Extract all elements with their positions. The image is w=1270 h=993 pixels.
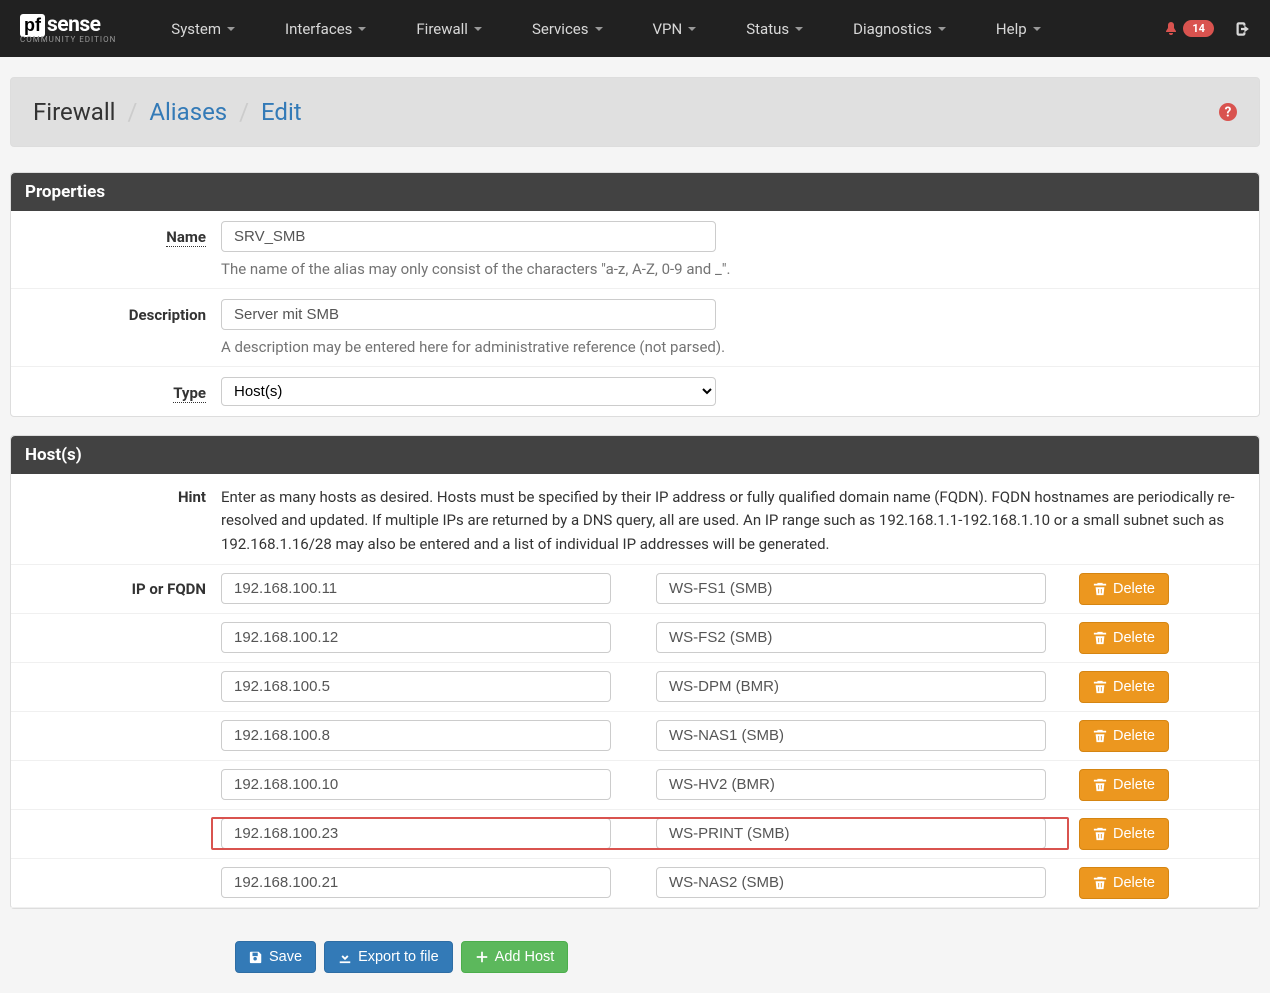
host-row: Delete [11,614,1259,663]
download-icon [338,950,352,964]
host-desc-input[interactable] [656,671,1046,702]
logout-icon[interactable] [1232,20,1250,38]
host-desc-input[interactable] [656,622,1046,653]
host-row: Delete [11,663,1259,712]
delete-button[interactable]: Delete [1079,671,1169,703]
host-desc-input[interactable] [656,867,1046,898]
breadcrumb: Firewall / Aliases / Edit [33,98,302,126]
breadcrumb-root: Firewall [33,98,116,126]
export-button[interactable]: Export to file [324,941,453,973]
nav-item-vpn[interactable]: VPN [628,20,722,38]
host-desc-input[interactable] [656,573,1046,604]
chevron-down-icon [227,27,235,31]
chevron-down-icon [688,27,696,31]
breadcrumb-edit[interactable]: Edit [261,98,302,126]
host-ip-input[interactable] [221,818,611,849]
nav-item-services[interactable]: Services [507,20,628,38]
host-ip-input[interactable] [221,622,611,653]
help-icon[interactable]: ? [1219,103,1237,121]
logo-subtitle: COMMUNITY EDITION [20,35,116,44]
nav-item-help[interactable]: Help [971,20,1066,38]
delete-button[interactable]: Delete [1079,818,1169,850]
host-desc-input[interactable] [656,818,1046,849]
notifications[interactable]: 14 [1163,20,1214,37]
hosts-heading: Host(s) [11,436,1259,474]
host-row: Delete [11,712,1259,761]
type-label: Type [173,384,206,403]
trash-icon [1093,582,1107,596]
trash-icon [1093,876,1107,890]
properties-heading: Properties [11,173,1259,211]
host-ip-input[interactable] [221,573,611,604]
nav-item-diagnostics[interactable]: Diagnostics [828,20,971,38]
host-row: IP or FQDN Delete [11,565,1259,614]
host-row: Delete [11,810,1259,859]
navbar: pf sense COMMUNITY EDITION SystemInterfa… [0,0,1270,57]
properties-panel: Properties Name The name of the alias ma… [10,172,1260,417]
bell-icon [1163,21,1179,37]
trash-icon [1093,827,1107,841]
chevron-down-icon [358,27,366,31]
delete-button[interactable]: Delete [1079,720,1169,752]
delete-button[interactable]: Delete [1079,867,1169,899]
chevron-down-icon [938,27,946,31]
button-row: Save Export to file Add Host [10,927,1260,973]
host-ip-input[interactable] [221,671,611,702]
type-select[interactable]: Host(s) [221,377,716,406]
hosts-panel: Host(s) Hint Enter as many hosts as desi… [10,435,1260,909]
chevron-down-icon [595,27,603,31]
host-ip-input[interactable] [221,720,611,751]
host-ip-input[interactable] [221,769,611,800]
chevron-down-icon [1033,27,1041,31]
breadcrumb-panel: Firewall / Aliases / Edit ? [10,77,1260,147]
logo-pf: pf [20,14,45,37]
name-label: Name [166,228,206,247]
trash-icon [1093,778,1107,792]
name-help: The name of the alias may only consist o… [221,260,1239,278]
notification-badge: 14 [1183,20,1214,37]
nav-item-interfaces[interactable]: Interfaces [260,20,391,38]
add-host-button[interactable]: Add Host [461,941,569,973]
ip-fqdn-label: IP or FQDN [11,580,221,598]
save-button[interactable]: Save [235,941,316,973]
hint-text: Enter as many hosts as desired. Hosts mu… [221,486,1259,556]
description-input[interactable] [221,299,716,330]
breadcrumb-aliases[interactable]: Aliases [149,98,227,126]
plus-icon [475,950,489,964]
host-desc-input[interactable] [656,720,1046,751]
description-help: A description may be entered here for ad… [221,338,1239,356]
logo-sense: sense [47,13,101,37]
trash-icon [1093,729,1107,743]
name-input[interactable] [221,221,716,252]
host-row: Delete [11,859,1259,908]
brand-logo[interactable]: pf sense COMMUNITY EDITION [20,13,116,44]
svg-text:?: ? [1225,105,1232,121]
hint-label: Hint [11,486,221,556]
trash-icon [1093,680,1107,694]
nav-item-status[interactable]: Status [721,20,828,38]
delete-button[interactable]: Delete [1079,573,1169,605]
save-icon [249,950,263,964]
chevron-down-icon [795,27,803,31]
host-desc-input[interactable] [656,769,1046,800]
delete-button[interactable]: Delete [1079,769,1169,801]
nav-item-system[interactable]: System [146,20,260,38]
host-ip-input[interactable] [221,867,611,898]
chevron-down-icon [474,27,482,31]
trash-icon [1093,631,1107,645]
nav-menu: SystemInterfacesFirewallServicesVPNStatu… [146,20,1163,38]
host-row: Delete [11,761,1259,810]
description-label: Description [129,306,206,324]
delete-button[interactable]: Delete [1079,622,1169,654]
nav-item-firewall[interactable]: Firewall [391,20,507,38]
